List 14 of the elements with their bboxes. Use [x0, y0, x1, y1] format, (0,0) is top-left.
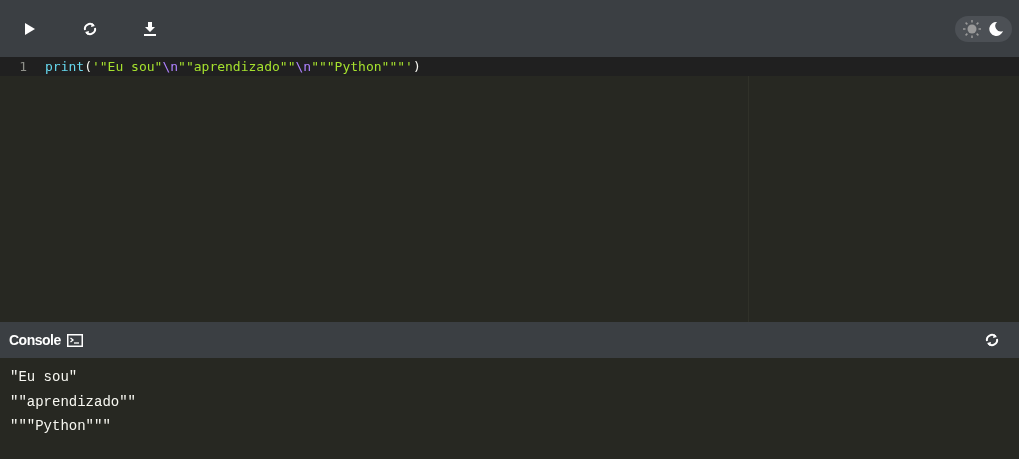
sun-icon[interactable] [963, 19, 981, 38]
console-output-line: """Python""" [10, 417, 112, 436]
console-title: Console [9, 332, 61, 348]
play-icon [25, 22, 35, 35]
refresh-icon [984, 332, 1000, 348]
console-output-line: "Eu sou" [10, 368, 79, 387]
line-number: 1 [18, 59, 28, 74]
code-line: print('"Eu sou"\n""aprendizado""\n"""Python"""') [45, 59, 421, 74]
download-icon [143, 21, 157, 36]
refresh-icon [82, 20, 98, 37]
moon-icon[interactable] [988, 20, 1004, 37]
theme-toggle[interactable] [955, 15, 1012, 42]
console-output-line: ""aprendizado"" [10, 392, 138, 412]
terminal-icon [66, 333, 83, 347]
